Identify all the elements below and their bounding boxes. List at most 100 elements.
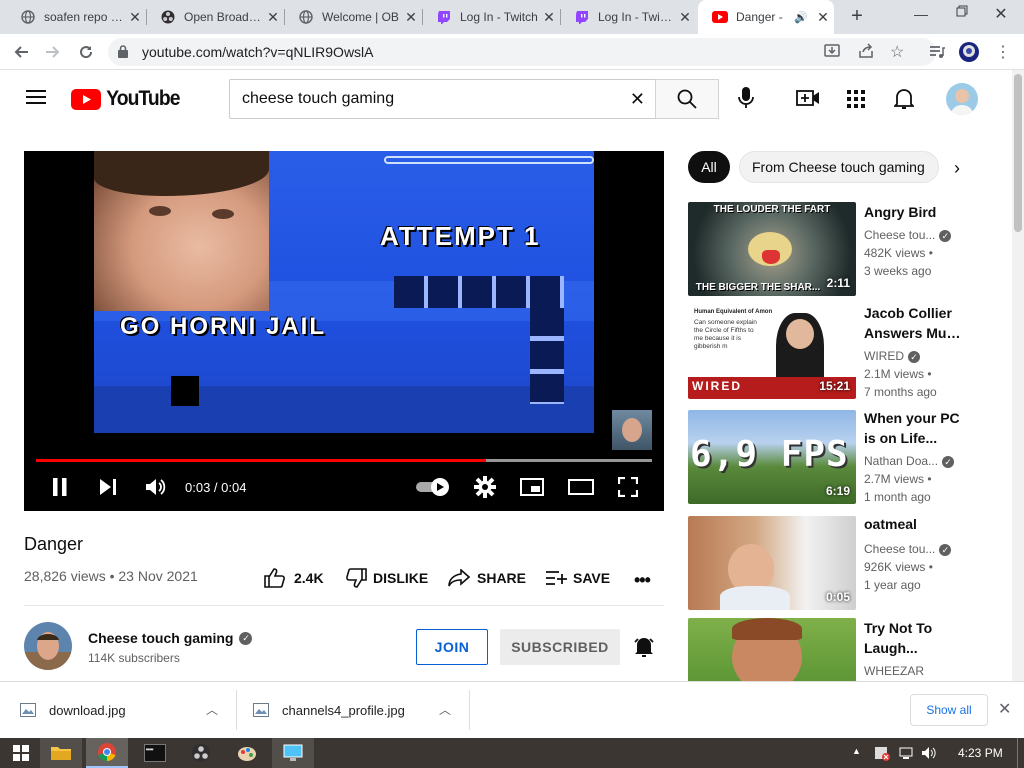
volume-icon[interactable] (145, 477, 167, 502)
seek-bar[interactable] (36, 459, 652, 462)
browser-tab[interactable]: Welcome | OB ✕ (284, 0, 422, 34)
save-button[interactable]: SAVE (545, 569, 610, 587)
settings-gear-icon[interactable] (474, 476, 496, 503)
join-button[interactable]: JOIN (416, 629, 488, 665)
close-downloads-bar-icon[interactable]: ✕ (998, 699, 1011, 719)
address-bar[interactable]: youtube.com/watch?v=qNLIR9OwslA ☆ (108, 38, 936, 66)
dislike-button[interactable]: DISLIKE (345, 568, 428, 588)
profile-avatar[interactable] (958, 41, 980, 63)
forward-button[interactable] (42, 41, 64, 63)
browser-tab[interactable]: Open Broadcas ✕ (146, 0, 284, 34)
file-explorer-icon[interactable] (40, 738, 82, 768)
video-thumbnail[interactable]: Human Equivalent of Amon Can someone exp… (688, 305, 856, 399)
media-control-icon[interactable] (926, 41, 948, 63)
more-actions-icon[interactable]: ••• (634, 570, 651, 591)
paint-app-icon[interactable] (226, 738, 268, 768)
next-video-icon[interactable] (98, 478, 118, 501)
video-thumbnail[interactable]: 0:05 (688, 516, 856, 610)
channel-line[interactable]: Cheese tou... ✓ (864, 228, 952, 242)
voice-search-icon[interactable] (738, 87, 754, 114)
video-title[interactable]: oatmeal (864, 514, 974, 534)
autoplay-toggle[interactable] (416, 477, 450, 502)
close-tab-icon[interactable]: ✕ (812, 9, 834, 26)
restore-window-button[interactable] (952, 4, 972, 24)
video-title-line2[interactable]: is on Life... (864, 428, 974, 448)
lock-icon[interactable] (118, 45, 128, 63)
apps-grid-icon[interactable] (847, 90, 865, 113)
share-page-icon[interactable] (858, 43, 874, 64)
chip-from-channel[interactable]: From Cheese touch gaming (739, 151, 939, 183)
search-input[interactable]: cheese touch gaming ✕ (229, 79, 656, 119)
browser-tab[interactable]: Log In - Twitch ✕ (422, 0, 560, 34)
close-tab-icon[interactable]: ✕ (400, 9, 422, 26)
channel-line[interactable]: Nathan Doa... ✓ (864, 454, 955, 468)
video-title-line2[interactable]: Answers Musi... (864, 323, 968, 343)
miniplayer-icon[interactable] (520, 478, 544, 501)
scrollbar-thumb[interactable] (1014, 74, 1022, 232)
windows-start-icon[interactable] (0, 738, 42, 768)
terminal-app-icon[interactable]: ▬▬ (134, 738, 176, 768)
youtube-logo[interactable]: YouTube (71, 87, 183, 111)
download-item[interactable]: download.jpg ︿ (0, 682, 236, 738)
chip-all[interactable]: All (688, 151, 730, 183)
audio-playing-icon[interactable]: 🔊 (794, 11, 808, 24)
browser-menu-icon[interactable]: ⋮ (992, 41, 1014, 63)
chevron-up-icon[interactable]: ︿ (206, 701, 218, 718)
video-thumbnail[interactable] (688, 618, 856, 681)
page-scrollbar[interactable] (1012, 70, 1024, 681)
close-tab-icon[interactable]: ✕ (674, 9, 696, 26)
chips-next-icon[interactable]: › (954, 158, 960, 179)
pause-icon[interactable] (50, 477, 70, 502)
create-video-icon[interactable] (796, 89, 820, 112)
remote-desktop-icon[interactable] (272, 738, 314, 768)
notification-bell-icon[interactable] (634, 636, 654, 663)
browser-tab-active[interactable]: Danger - 🔊 ✕ (698, 0, 834, 34)
subscribed-button[interactable]: SUBSCRIBED (500, 629, 620, 665)
back-button[interactable] (10, 41, 32, 63)
reload-button[interactable] (75, 41, 97, 63)
chevron-up-icon[interactable]: ︿ (439, 701, 451, 718)
video-title-line1[interactable]: Try Not To (864, 618, 974, 638)
minimize-window-button[interactable]: — (910, 6, 932, 26)
clear-search-icon[interactable]: ✕ (630, 89, 645, 110)
action-center-icon[interactable] (874, 745, 890, 766)
hamburger-menu-icon[interactable] (26, 89, 46, 110)
theater-mode-icon[interactable] (568, 479, 594, 500)
speaker-icon[interactable] (921, 745, 937, 766)
install-app-icon[interactable] (824, 43, 840, 64)
video-title-line1[interactable]: When your PC (864, 408, 974, 428)
channel-name-row[interactable]: Cheese touch gaming ✓ (88, 630, 253, 646)
close-tab-icon[interactable]: ✕ (538, 9, 560, 26)
channel-name[interactable]: WHEEZAR (864, 664, 924, 678)
video-thumbnail[interactable]: THE LOUDER THE FART THE BIGGER THE SHAR.… (688, 202, 856, 296)
show-hidden-icons[interactable]: ▲ (852, 746, 861, 756)
channel-watermark[interactable] (612, 410, 652, 450)
obs-taskbar-icon[interactable] (180, 738, 222, 768)
video-title[interactable]: Angry Bird (864, 202, 974, 222)
video-title-line1[interactable]: Jacob Collier (864, 303, 974, 323)
close-tab-icon[interactable]: ✕ (124, 9, 146, 26)
show-all-downloads-button[interactable]: Show all (910, 694, 988, 726)
network-icon[interactable] (898, 745, 914, 766)
related-video[interactable]: Try Not To Laugh... WHEEZAR (688, 618, 1018, 681)
download-item[interactable]: channels4_profile.jpg ︿ (237, 682, 469, 738)
video-thumbnail[interactable]: 6,9 FPS 6:19 (688, 410, 856, 504)
like-button[interactable]: 2.4K (264, 568, 324, 588)
fullscreen-icon[interactable] (617, 476, 639, 502)
related-video[interactable]: THE LOUDER THE FART THE BIGGER THE SHAR.… (688, 202, 1018, 298)
related-video[interactable]: 0:05 oatmeal Cheese tou... ✓ 926K views •… (688, 516, 1018, 612)
video-title-line2[interactable]: Laugh... (864, 638, 974, 658)
notifications-bell-icon[interactable] (892, 88, 916, 115)
new-tab-button[interactable]: + (846, 5, 868, 27)
related-video[interactable]: 6,9 FPS 6:19 When your PC is on Life... … (688, 410, 1018, 506)
related-video[interactable]: Human Equivalent of Amon Can someone exp… (688, 305, 1018, 401)
channel-line[interactable]: WIRED ✓ (864, 349, 920, 363)
browser-tab[interactable]: soafen repo / ... ✕ (6, 0, 146, 34)
close-window-button[interactable]: ✕ (990, 4, 1012, 26)
bookmark-star-icon[interactable]: ☆ (890, 42, 904, 62)
channel-avatar[interactable] (24, 622, 72, 670)
user-avatar[interactable] (946, 83, 978, 115)
chrome-taskbar-icon[interactable] (86, 738, 128, 768)
share-button[interactable]: SHARE (448, 569, 526, 587)
search-button[interactable] (655, 79, 719, 119)
